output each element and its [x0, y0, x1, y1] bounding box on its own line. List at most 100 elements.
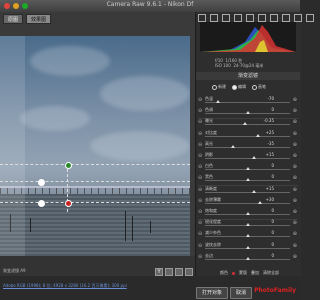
slider-thumb[interactable] [245, 245, 250, 249]
slider-row: ⊖ 色温 -70 ⊕ [196, 96, 300, 105]
slider-track[interactable] [205, 146, 290, 148]
minus-icon[interactable]: ⊖ [198, 131, 202, 137]
slider-row: ⊖ 高光 -35 ⊕ [196, 141, 300, 150]
slider-thumb[interactable] [245, 178, 250, 182]
slider-value[interactable]: 0 [271, 163, 274, 168]
view-split-icon[interactable] [175, 268, 183, 276]
slider-thumb[interactable] [245, 223, 250, 227]
rotate-icon[interactable] [306, 14, 314, 22]
slider-value[interactable]: 0 [271, 253, 274, 258]
plus-icon[interactable]: ⊕ [293, 220, 297, 226]
post [125, 211, 126, 241]
slider-value[interactable]: 0 [271, 107, 274, 112]
slider-thumb[interactable] [256, 133, 261, 137]
slider-thumb[interactable] [215, 100, 220, 103]
slider-thumb[interactable] [251, 189, 256, 193]
minus-icon[interactable]: ⊖ [198, 176, 202, 181]
slider-value[interactable]: -0.35 [264, 118, 274, 123]
slider-track[interactable] [205, 124, 290, 126]
view-toggle-icon[interactable] [165, 268, 173, 276]
plus-icon[interactable]: ⊕ [293, 198, 297, 204]
gradient-filter-icon[interactable] [282, 14, 290, 22]
gradient-top-line[interactable] [0, 164, 190, 165]
slider-thumb[interactable] [258, 200, 263, 204]
slider-value[interactable]: 0 [271, 230, 274, 235]
minus-icon[interactable]: ⊖ [198, 142, 202, 148]
minus-icon[interactable]: ⊖ [198, 98, 202, 103]
plus-icon[interactable]: ⊕ [293, 187, 297, 193]
gradient-end-pin[interactable] [65, 200, 72, 207]
tab-result[interactable]: 效果图 [26, 14, 52, 24]
cancel-button[interactable]: 取消 [230, 287, 252, 299]
minus-icon[interactable]: ⊖ [198, 198, 202, 204]
plus-icon[interactable]: ⊕ [293, 175, 297, 181]
zoom-icon[interactable] [198, 14, 206, 22]
minus-icon[interactable]: ⊖ [198, 221, 202, 226]
white-balance-icon[interactable] [222, 14, 230, 22]
red-eye-icon[interactable] [258, 14, 266, 22]
slider-thumb[interactable] [245, 167, 250, 171]
slider-value[interactable]: +30 [266, 197, 274, 202]
slider-track[interactable] [205, 191, 290, 193]
slider-thumb[interactable] [251, 156, 256, 159]
minus-icon[interactable]: ⊖ [198, 210, 202, 215]
slider-thumb[interactable] [245, 234, 250, 238]
minus-icon[interactable]: ⊖ [198, 232, 202, 237]
tab-original[interactable]: 原图 [3, 14, 24, 24]
mode-brush[interactable]: 画笔 [252, 84, 266, 90]
gradient-start-pin[interactable] [65, 162, 72, 169]
slider-track[interactable] [205, 135, 290, 137]
plus-icon[interactable]: ⊕ [293, 164, 297, 170]
slider-value[interactable]: 0 [271, 208, 274, 213]
view-y-icon[interactable]: Y [155, 268, 163, 276]
plus-icon[interactable]: ⊕ [293, 231, 297, 237]
minus-icon[interactable]: ⊖ [198, 243, 202, 249]
minus-icon[interactable]: ⊖ [198, 254, 202, 260]
slider-value[interactable]: 0 [271, 174, 274, 179]
plus-icon[interactable]: ⊕ [293, 153, 297, 159]
slider-value[interactable]: -70 [267, 96, 274, 101]
photo-preview[interactable] [0, 36, 190, 256]
view-settings-icon[interactable] [185, 268, 193, 276]
open-object-button[interactable]: 打开对象 [196, 287, 228, 299]
plus-icon[interactable]: ⊕ [293, 119, 297, 125]
slider-value[interactable]: 0 [271, 219, 274, 224]
slider-thumb[interactable] [245, 256, 250, 260]
slider-value[interactable]: +25 [266, 130, 274, 135]
radial-filter-icon[interactable] [294, 14, 302, 22]
slider-thumb[interactable] [245, 111, 250, 115]
minus-icon[interactable]: ⊖ [198, 109, 202, 114]
gradient-middle-line[interactable] [0, 181, 190, 182]
slider-thumb[interactable] [230, 144, 235, 148]
minus-icon[interactable]: ⊖ [198, 187, 202, 193]
brush-icon[interactable] [270, 14, 278, 22]
plus-icon[interactable]: ⊕ [293, 131, 297, 137]
minus-icon[interactable]: ⊖ [198, 154, 202, 159]
plus-icon[interactable]: ⊕ [293, 209, 297, 215]
slider-value[interactable]: +15 [266, 152, 274, 157]
plus-icon[interactable]: ⊕ [293, 254, 297, 260]
minus-icon[interactable]: ⊖ [198, 120, 202, 125]
mode-new[interactable]: 新建 [212, 84, 226, 90]
color-swatch[interactable] [232, 271, 235, 275]
plus-icon[interactable]: ⊕ [293, 97, 297, 103]
hand-icon[interactable] [210, 14, 218, 22]
slider-value[interactable]: 0 [271, 242, 274, 247]
plus-icon[interactable]: ⊕ [293, 243, 297, 249]
plus-icon[interactable]: ⊕ [293, 142, 297, 148]
slider-value[interactable]: +15 [266, 186, 274, 191]
plus-icon[interactable]: ⊕ [293, 108, 297, 114]
slider-track[interactable] [205, 158, 290, 159]
straighten-icon[interactable] [246, 14, 254, 22]
slider-track[interactable] [205, 202, 290, 204]
slider-thumb[interactable] [242, 122, 247, 126]
mode-edit[interactable]: 编辑 [232, 84, 246, 90]
slider-thumb[interactable] [245, 212, 250, 215]
gradient-bottom-line[interactable] [0, 202, 190, 203]
slider-value[interactable]: -35 [267, 141, 274, 146]
crop-icon[interactable] [234, 14, 242, 22]
minus-icon[interactable]: ⊖ [198, 165, 202, 170]
workflow-options-link[interactable]: Adobe RGB (1998); 8 位; 4928 x 3280 (16.2… [3, 283, 127, 289]
gradient-rotate-handle[interactable] [38, 200, 45, 207]
gradient-rotate-handle[interactable] [38, 179, 45, 186]
